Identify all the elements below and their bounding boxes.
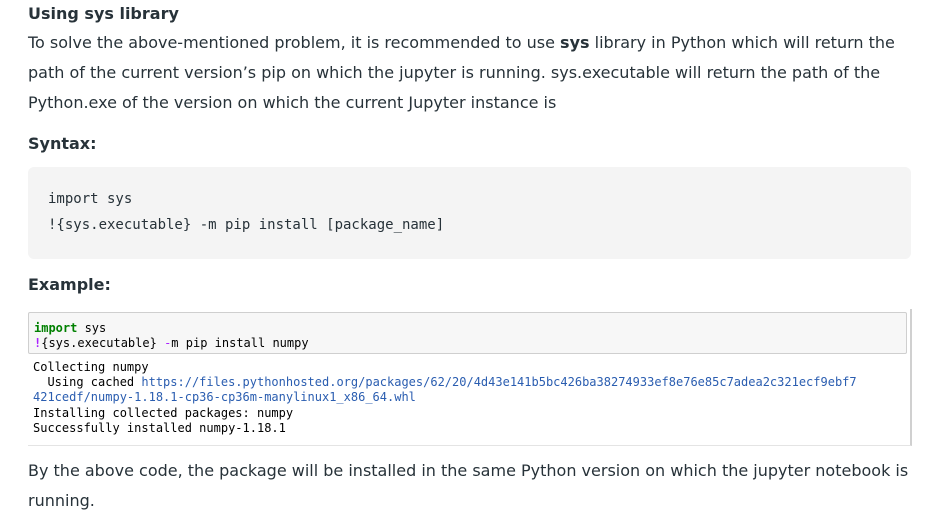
notebook-input-cell: import sys !{sys.executable} -m pip inst… bbox=[28, 312, 907, 354]
conclusion-paragraph: By the above code, the package will be i… bbox=[28, 461, 909, 510]
output-text: Using cached bbox=[33, 375, 142, 389]
input-text: m pip install numpy bbox=[171, 336, 309, 350]
syntax-label: Syntax: bbox=[28, 134, 97, 153]
notebook-input-line: !{sys.executable} -m pip install numpy bbox=[34, 336, 309, 350]
notebook-output-line: Successfully installed numpy-1.18.1 bbox=[33, 421, 286, 435]
keyword-import: import bbox=[34, 321, 78, 335]
syntax-code-block: import sys !{sys.executable} -m pip inst… bbox=[28, 167, 911, 259]
intro-paragraph: To solve the above-mentioned problem, it… bbox=[28, 28, 908, 118]
notebook-input-line: import sys bbox=[34, 321, 106, 335]
notebook-output-line: Collecting numpy bbox=[33, 360, 149, 374]
package-url: https://files.pythonhosted.org/packages/… bbox=[141, 375, 857, 389]
notebook-cell-screenshot: import sys !{sys.executable} -m pip inst… bbox=[28, 309, 912, 446]
input-text: {sys.executable} bbox=[41, 336, 165, 350]
intro-bold-sys: sys bbox=[560, 33, 590, 52]
syntax-code-line: !{sys.executable} -m pip install [packag… bbox=[48, 217, 445, 233]
syntax-code-line: import sys bbox=[48, 191, 133, 207]
notebook-output-line: Using cached https://files.pythonhosted.… bbox=[33, 375, 857, 389]
package-url: 421cedf/numpy-1.18.1-cp36-cp36m-manylinu… bbox=[33, 390, 416, 404]
input-text: sys bbox=[77, 321, 107, 335]
section-heading: Using sys library bbox=[28, 4, 179, 23]
intro-text-start: To solve the above-mentioned problem, it… bbox=[28, 33, 561, 52]
example-label: Example: bbox=[28, 275, 111, 294]
notebook-output-line: Installing collected packages: numpy bbox=[33, 406, 294, 420]
